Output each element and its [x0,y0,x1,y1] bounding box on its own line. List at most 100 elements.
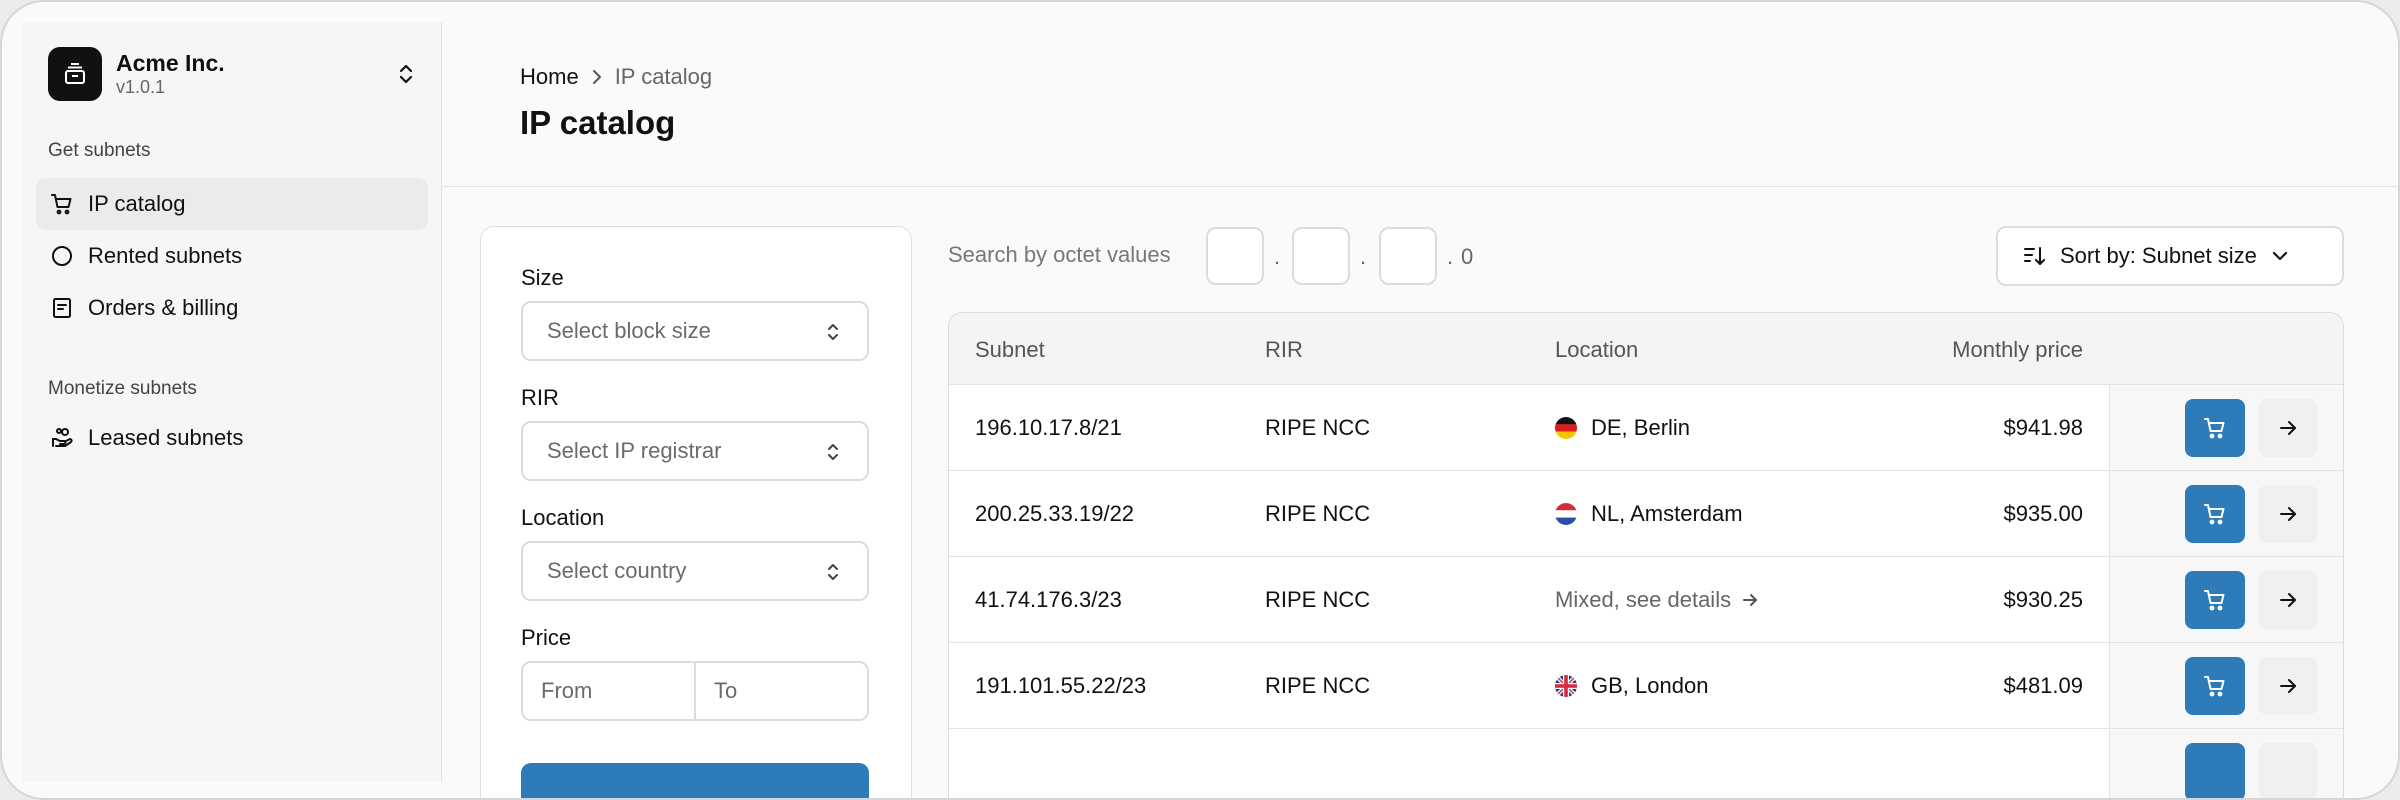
rir-select[interactable]: Select IP registrar [521,421,869,481]
octet-separator: . [1274,244,1281,269]
breadcrumb: Home IP catalog [520,64,712,90]
rir-cell: RIPE NCC [1265,673,1371,698]
team-name: Acme Inc. [116,50,225,76]
rir-cell: RIPE NCC [1265,415,1371,440]
sidebar-item-label: Rented subnets [88,243,243,268]
subnet-cell: 191.101.55.22/23 [975,673,1147,698]
price-cell: $930.25 [2003,587,2083,612]
price-cell: $941.98 [2003,415,2083,440]
team-version: v1.0.1 [116,77,166,97]
cart-icon [2204,504,2225,525]
team-switcher[interactable]: Acme Inc. v1.0.1 [48,46,420,102]
location-text: DE, Berlin [1591,415,1691,440]
column-header-subnet[interactable]: Subnet [975,337,1045,363]
filters-panel: Size Select block size RIR Select IP reg… [480,226,912,798]
arrow-right-icon [2280,421,2296,435]
column-header-rir[interactable]: RIR [1265,337,1303,363]
add-to-cart-button[interactable] [2185,399,2245,457]
price-to-input[interactable]: To [694,663,867,719]
arrow-right-icon [1741,591,1759,609]
cart-icon [2204,590,2225,611]
location-cell: GB, London [1555,673,1708,699]
add-to-cart-button[interactable] [2185,657,2245,715]
column-header-location[interactable]: Location [1555,337,1638,363]
octet-input-2[interactable] [1292,227,1350,285]
rir-filter-label: RIR [521,385,559,410]
rir-cell: RIPE NCC [1265,587,1371,612]
add-to-cart-button[interactable] [2185,571,2245,629]
view-details-button[interactable] [2259,399,2317,457]
subnets-table: Subnet RIR Location Monthly price 196.10… [948,312,2344,798]
sidebar-item-leased-subnets[interactable]: Leased subnets [36,412,428,464]
team-logo-icon [48,47,102,101]
view-details-button[interactable] [2259,743,2317,798]
page-header: Home IP catalog IP catalog [442,22,2398,187]
table-row[interactable]: 191.101.55.22/23 RIPE NCC GB, London $48… [949,643,2343,729]
cart-icon [48,190,76,218]
size-select-placeholder: Select block size [547,318,711,343]
receipt-icon [48,294,76,322]
view-details-button[interactable] [2259,571,2317,629]
add-to-cart-button[interactable] [2185,743,2245,798]
view-details-button[interactable] [2259,485,2317,543]
arrow-right-icon [2280,679,2296,693]
subnet-cell: 41.74.176.3/23 [975,587,1122,612]
chevron-right-icon [591,69,603,85]
location-select[interactable]: Select country [521,541,869,601]
location-filter-label: Location [521,505,605,530]
sidebar-item-label: Leased subnets [88,425,244,450]
add-to-cart-button[interactable] [2185,485,2245,543]
view-details-button[interactable] [2259,657,2317,715]
chevrons-up-down-icon [825,441,841,469]
sort-button[interactable]: Sort by: Subnet size [1996,226,2344,286]
chevrons-up-down-icon[interactable] [392,60,420,88]
octet-separator: . [1360,244,1367,269]
price-filter-label: Price [521,625,572,650]
sidebar-item-orders-billing[interactable]: Orders & billing [36,282,428,334]
last-octet-value: 0 [1461,244,1474,269]
sidebar-item-label: IP catalog [88,191,186,216]
page-title: IP catalog [520,104,676,141]
nav-group-monetize-subnets: Monetize subnets [48,378,197,399]
sidebar-item-rented-subnets[interactable]: Rented subnets [36,230,428,282]
flag-de-icon [1555,417,1577,439]
sort-label: Sort by: Subnet size [2060,243,2257,268]
price-range: From To [521,661,869,721]
cart-icon [2204,676,2225,697]
table-row[interactable]: 200.25.33.19/22 RIPE NCC NL, Amsterdam $… [949,471,2343,557]
location-text: NL, Amsterdam [1591,501,1743,526]
octet-search-label: Search by octet values [948,242,1171,267]
chevrons-up-down-icon [825,561,841,589]
table-row-partial[interactable] [949,729,2343,798]
main-content: Home IP catalog IP catalog Size Select b… [442,22,2398,798]
location-text: GB, London [1591,673,1709,698]
apply-filters-button[interactable] [521,763,869,798]
sidebar-item-label: Orders & billing [88,295,239,320]
size-filter-label: Size [521,265,564,290]
flag-gb-icon [1555,675,1577,697]
rir-select-placeholder: Select IP registrar [547,438,722,463]
sidebar-item-ip-catalog[interactable]: IP catalog [36,178,428,230]
location-mixed-link[interactable]: Mixed, see details [1555,587,1759,613]
location-text: Mixed, see details [1555,587,1732,612]
breadcrumb-home-link[interactable]: Home [520,64,579,90]
octet-separator: . [1447,244,1454,269]
octet-input-3[interactable] [1379,227,1437,285]
price-from-input[interactable]: From [523,663,694,719]
size-select[interactable]: Select block size [521,301,869,361]
table-row[interactable]: 41.74.176.3/23 RIPE NCC Mixed, see detai… [949,557,2343,643]
chevrons-up-down-icon [825,321,841,349]
column-header-monthly-price[interactable]: Monthly price [1855,337,2083,363]
arrow-right-icon [2280,507,2296,521]
sidebar: Acme Inc. v1.0.1 Get subnets IP catalog [22,22,442,782]
hand-coins-icon [48,424,76,452]
circle-icon [48,242,76,270]
cart-icon [2204,418,2225,439]
flag-nl-icon [1555,503,1577,525]
app-window: Acme Inc. v1.0.1 Get subnets IP catalog [0,0,2400,800]
price-cell: $935.00 [2003,501,2083,526]
subnet-cell: 196.10.17.8/21 [975,415,1122,440]
rir-cell: RIPE NCC [1265,501,1371,526]
octet-input-1[interactable] [1206,227,1264,285]
table-row[interactable]: 196.10.17.8/21 RIPE NCC DE, Berlin $941.… [949,385,2343,471]
